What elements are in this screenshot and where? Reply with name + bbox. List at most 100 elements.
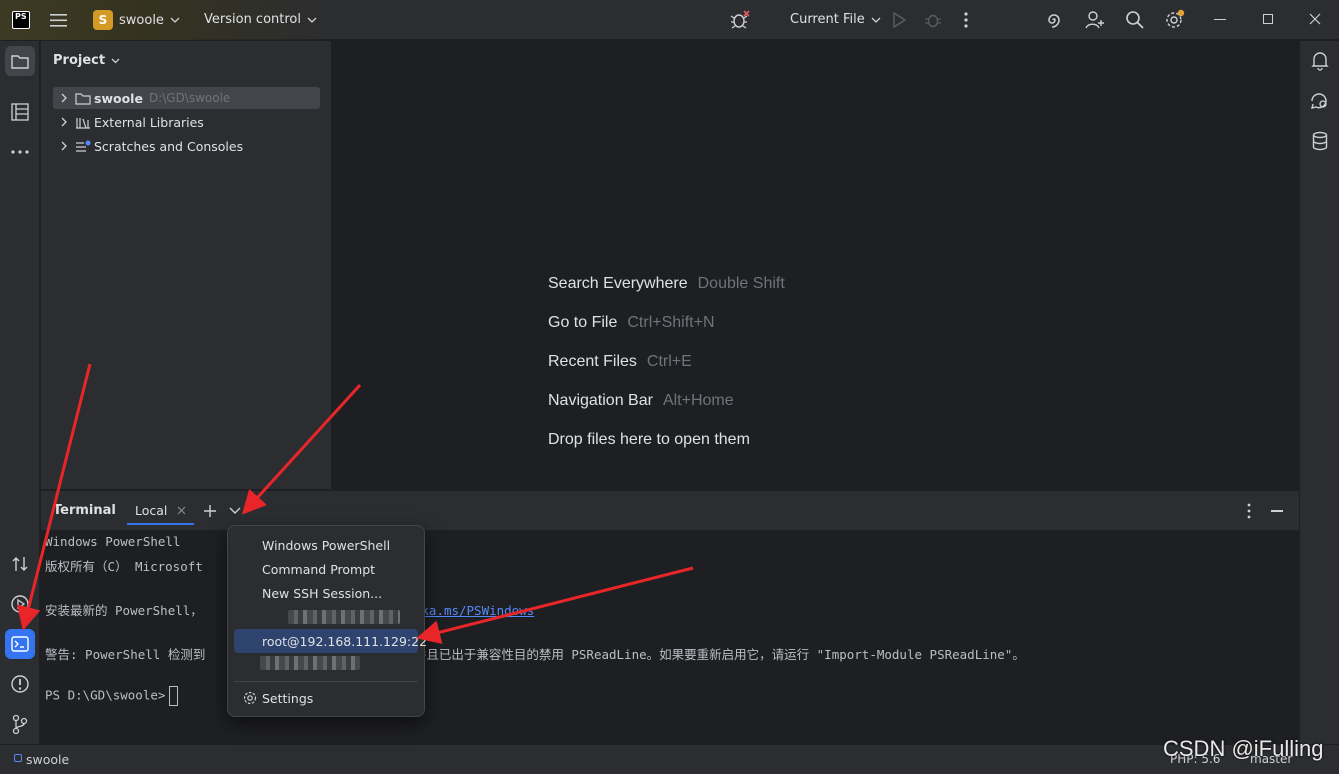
hint-drop-files: Drop files here to open them	[548, 431, 750, 448]
terminal-tab-label: Local	[135, 502, 168, 518]
vcs-widget[interactable]: Version control	[204, 12, 317, 27]
chevron-right-icon	[61, 117, 67, 127]
status-bar: swoole PHP: 5.6 master	[0, 744, 1339, 774]
left-tool-stripe	[0, 41, 40, 744]
chevron-right-icon	[61, 141, 67, 151]
menu-item-command-prompt[interactable]: Command Prompt	[234, 557, 418, 581]
project-view-selector[interactable]: Project	[53, 53, 120, 68]
close-window-button[interactable]	[1309, 13, 1321, 25]
folder-icon	[11, 54, 29, 69]
terminal-header: Terminal Local	[41, 490, 1299, 530]
search-button[interactable]	[1125, 10, 1144, 29]
bug-icon	[730, 10, 750, 29]
redacted-blur	[288, 610, 400, 624]
terminal-line: Windows PowerShell	[45, 534, 181, 549]
commit-tool-button[interactable]	[5, 549, 35, 579]
chevron-down-icon	[111, 58, 120, 63]
terminal-icon	[11, 636, 29, 652]
run-config-selector[interactable]: Current File	[790, 12, 881, 27]
project-badge: S	[93, 10, 113, 30]
run-button[interactable]	[892, 12, 906, 28]
tree-item-scratches[interactable]: Scratches and Consoles	[53, 135, 320, 157]
menu-item-label: Settings	[262, 690, 314, 706]
maximize-icon[interactable]	[1263, 14, 1273, 24]
terminal-title: Terminal	[53, 503, 116, 518]
editor-empty-state: Search Everywhere Double Shift Go to File…	[333, 41, 1299, 489]
menu-item-settings[interactable]: Settings	[234, 686, 418, 710]
bell-icon	[1311, 52, 1329, 71]
code-with-me-button[interactable]	[1085, 10, 1105, 30]
status-project-name[interactable]: swoole	[26, 752, 69, 767]
project-tool-button[interactable]	[5, 46, 35, 76]
gear-icon	[1166, 9, 1185, 28]
hint-navigation-bar: Navigation Bar Alt+Home	[548, 392, 734, 409]
menu-item-new-ssh-session[interactable]: New SSH Session...	[234, 581, 418, 605]
vcs-label: Version control	[204, 12, 301, 27]
library-icon	[76, 117, 90, 129]
plus-icon	[204, 505, 216, 517]
chevron-down-icon	[229, 507, 241, 514]
ai-chat-button[interactable]	[1305, 86, 1335, 116]
run-config-label: Current File	[790, 12, 865, 27]
terminal-line: 警告: PowerShell 检测到 ，并且已出于兼容性目的禁用 PSReadLi…	[45, 647, 1025, 662]
database-button[interactable]	[1305, 126, 1335, 156]
tree-item-label: External Libraries	[94, 114, 204, 130]
minimize-panel-icon[interactable]	[1271, 510, 1283, 512]
scratches-icon	[76, 140, 91, 152]
chevron-down-icon	[170, 17, 180, 23]
redacted-item	[288, 610, 400, 624]
main-menu-button[interactable]	[50, 12, 67, 28]
debug-button[interactable]	[924, 11, 942, 29]
menu-item-ssh-root[interactable]: root@192.168.111.129:22	[234, 629, 427, 653]
title-bar: PS S swoole Version control Current File	[0, 0, 1339, 40]
hint-go-to-file: Go to File Ctrl+Shift+N	[548, 314, 715, 331]
more-actions-button[interactable]	[962, 12, 970, 28]
close-icon	[1309, 13, 1321, 25]
hint-search-everywhere: Search Everywhere Double Shift	[548, 275, 785, 292]
terminal-cursor	[169, 686, 179, 706]
services-icon	[11, 595, 29, 613]
phpstorm-logo-icon: PS	[12, 11, 30, 29]
structure-tool-button[interactable]	[5, 97, 35, 127]
terminal-prompt: PS D:\GD\swoole>	[45, 686, 179, 706]
tree-item-external-libraries[interactable]: External Libraries	[53, 111, 320, 133]
tree-item-root[interactable]: swoole D:\GD\swoole	[53, 87, 320, 109]
terminal-options-button[interactable]	[1246, 503, 1252, 519]
minimize-icon[interactable]	[1214, 19, 1226, 20]
project-name: swoole	[119, 12, 164, 28]
new-terminal-dropdown: Windows PowerShell Command Prompt New SS…	[227, 525, 427, 717]
more-vertical-icon	[1247, 503, 1251, 519]
project-switcher[interactable]: S swoole	[93, 10, 180, 30]
git-branch-icon	[12, 714, 28, 734]
chevron-down-icon	[871, 17, 881, 23]
terminal-tool-button[interactable]	[5, 629, 35, 659]
right-tool-stripe	[1299, 41, 1339, 744]
new-tab-dropdown-button[interactable]	[229, 507, 241, 515]
services-tool-button[interactable]	[5, 589, 35, 619]
more-tools-button[interactable]	[5, 137, 35, 167]
redacted-item	[260, 656, 360, 670]
debug-fix-button[interactable]	[730, 10, 750, 30]
debug-icon	[925, 14, 941, 28]
menu-item-windows-powershell[interactable]: Windows PowerShell	[234, 533, 418, 557]
problems-icon	[11, 675, 29, 693]
settings-button[interactable]	[1164, 9, 1186, 31]
notifications-button[interactable]	[1305, 46, 1335, 76]
git-tool-button[interactable]	[5, 709, 35, 739]
structure-icon	[11, 103, 29, 121]
terminal-tab-local[interactable]: Local	[127, 497, 195, 525]
watermark: CSDN @iFulling	[1163, 736, 1324, 761]
ai-chat-icon	[1311, 93, 1327, 109]
ai-assistant-button[interactable]	[1044, 10, 1064, 30]
project-panel: Project swoole D:\GD\swoole External Lib…	[41, 41, 332, 489]
tree-item-label: swoole	[94, 90, 143, 106]
gear-icon	[243, 691, 257, 705]
folder-icon	[75, 92, 91, 105]
problems-tool-button[interactable]	[5, 669, 35, 699]
tree-item-path: D:\GD\swoole	[148, 91, 231, 105]
new-tab-button[interactable]	[203, 504, 217, 518]
close-icon[interactable]	[177, 506, 186, 515]
pull-requests-icon	[12, 557, 28, 571]
chevron-down-icon	[307, 17, 317, 23]
hint-recent-files: Recent Files Ctrl+E	[548, 353, 692, 370]
